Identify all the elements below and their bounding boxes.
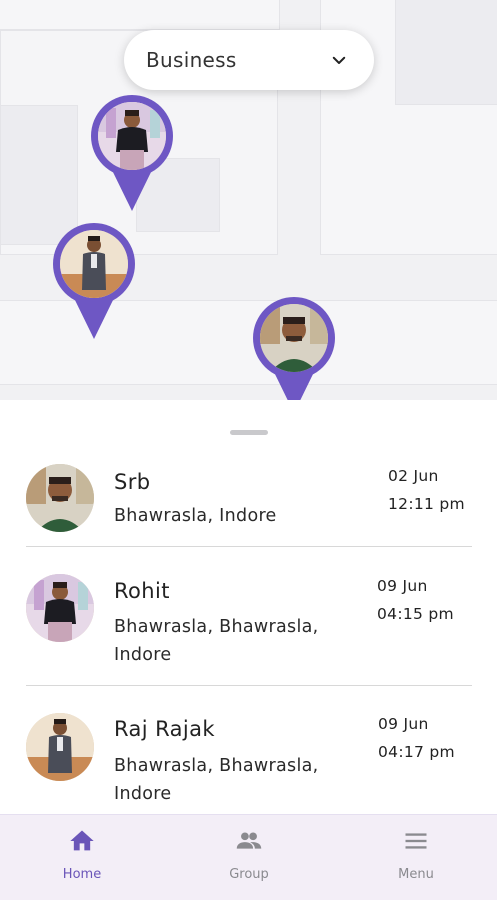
- map-block: [395, 0, 497, 105]
- avatar: [26, 713, 94, 781]
- contact-row[interactable]: Rohit Bhawrasla, Bhawrasla, Indore 09 Ju…: [0, 547, 497, 685]
- contact-time: 12:11 pm: [388, 495, 465, 513]
- contact-time: 04:17 pm: [378, 743, 455, 761]
- avatar-raj-rajak: [60, 230, 128, 298]
- menu-icon: [405, 833, 427, 849]
- map-pin-photo: [98, 102, 166, 170]
- nav-menu-label: Menu: [398, 867, 434, 882]
- map-pin-photo: [260, 304, 328, 372]
- nav-group-label: Group: [229, 867, 269, 882]
- contact-date: 09 Jun: [377, 577, 428, 595]
- contact-date: 02 Jun: [388, 467, 439, 485]
- map-pin-srb[interactable]: [252, 296, 336, 400]
- contact-address: Bhawrasla, Bhawrasla, Indore: [114, 617, 319, 665]
- contact-date: 09 Jun: [378, 715, 429, 733]
- nav-home-label: Home: [62, 867, 102, 882]
- contact-name: Srb: [114, 470, 151, 494]
- contact-row[interactable]: Srb Bhawrasla, Indore 02 Jun 12:11 pm: [0, 452, 497, 546]
- map-block: [0, 0, 280, 30]
- nav-group[interactable]: Group: [189, 815, 309, 900]
- nav-menu[interactable]: Menu: [356, 815, 476, 900]
- avatar: [26, 464, 94, 532]
- nav-home[interactable]: Home: [22, 815, 142, 900]
- contact-name: Rohit: [114, 579, 170, 603]
- category-dropdown-value: Business: [146, 48, 237, 72]
- home-icon: [70, 830, 94, 851]
- avatar-rohit: [26, 574, 94, 642]
- map-pin-rohit[interactable]: [90, 94, 174, 212]
- contact-address: Bhawrasla, Indore: [114, 506, 277, 526]
- group-icon: [236, 832, 262, 849]
- map-pin-photo: [60, 230, 128, 298]
- avatar-srb: [26, 464, 94, 532]
- contact-row[interactable]: Raj Rajak Bhawrasla, Bhawrasla, Indore 0…: [0, 686, 497, 814]
- chevron-down-icon: [332, 56, 346, 64]
- contacts-sheet: Srb Bhawrasla, Indore 02 Jun 12:11 pm Ro…: [0, 400, 497, 814]
- category-dropdown[interactable]: Business: [124, 30, 374, 90]
- drag-handle[interactable]: [230, 430, 268, 435]
- avatar-srb: [260, 304, 328, 372]
- contact-name: Raj Rajak: [114, 717, 215, 741]
- avatar-rohit: [98, 102, 166, 170]
- contact-time: 04:15 pm: [377, 605, 454, 623]
- bottom-navigation: Home Group Menu: [0, 814, 497, 900]
- map-pin-raj-rajak[interactable]: [52, 222, 136, 340]
- avatar: [26, 574, 94, 642]
- avatar-raj-rajak: [26, 713, 94, 781]
- contact-address: Bhawrasla, Bhawrasla, Indore: [114, 756, 319, 804]
- map-view[interactable]: Business: [0, 0, 497, 400]
